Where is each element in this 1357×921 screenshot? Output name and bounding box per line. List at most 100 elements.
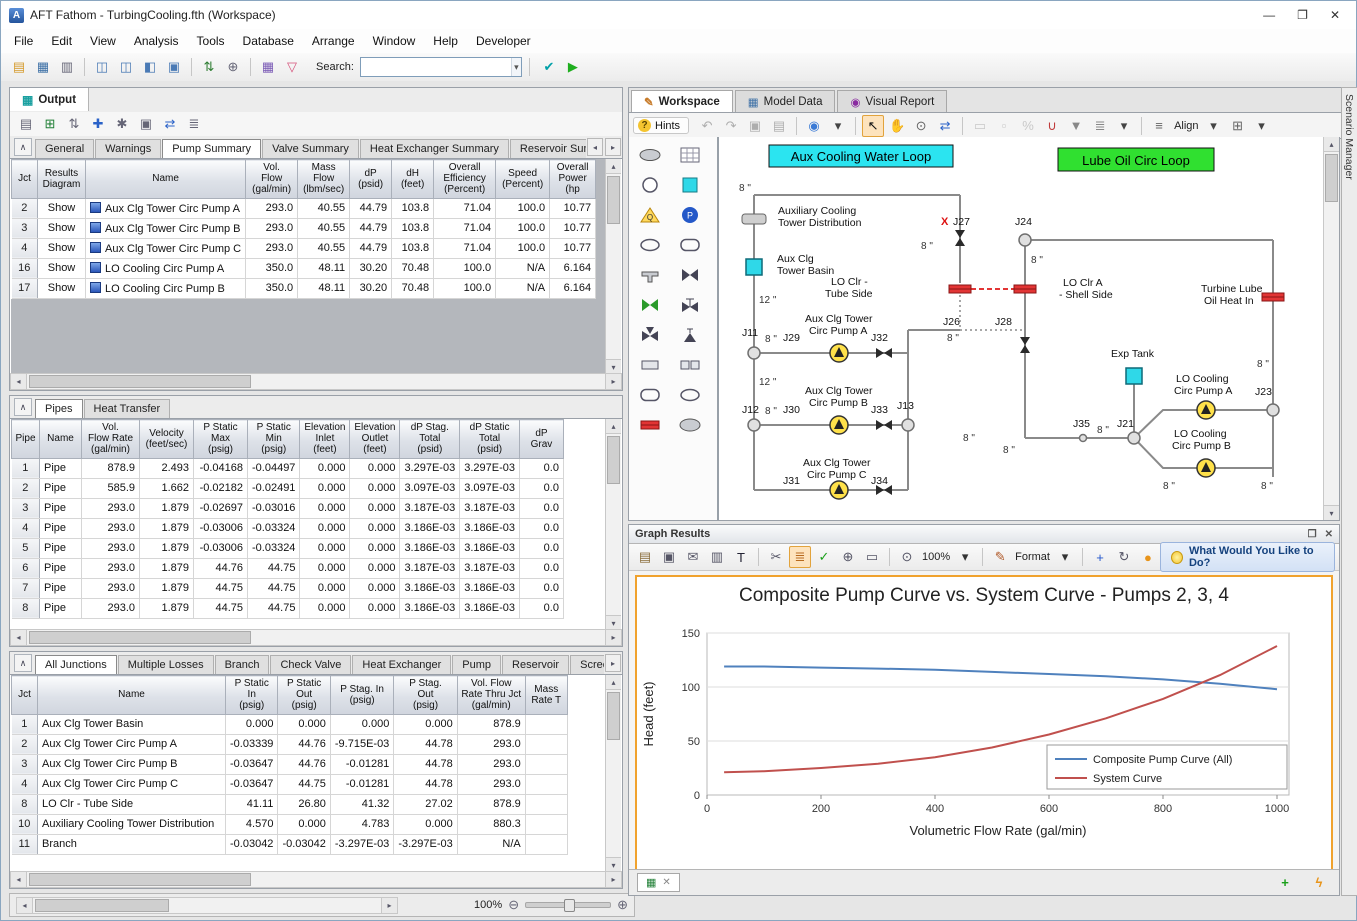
menu-help[interactable]: Help bbox=[424, 31, 467, 51]
tab-model-data[interactable]: ▦Model Data bbox=[735, 90, 836, 113]
close-graph-tab-icon[interactable]: ✕ bbox=[662, 877, 670, 888]
format-icon[interactable]: ✎ bbox=[989, 546, 1011, 568]
pump-symbol-aux-c[interactable] bbox=[830, 481, 848, 499]
three-way-valve-tool[interactable] bbox=[631, 321, 669, 349]
scroll-up-icon[interactable]: ▴ bbox=[1324, 137, 1339, 152]
copy-icon[interactable]: ▣ bbox=[744, 115, 766, 137]
print-icon[interactable]: ▥ bbox=[56, 56, 78, 78]
junction-circle-j21[interactable] bbox=[1128, 432, 1140, 444]
orifice-tool[interactable] bbox=[671, 351, 709, 379]
junctions-h-scrollbar[interactable]: ◂ ▸ bbox=[10, 871, 622, 888]
paste-icon[interactable]: ▤ bbox=[768, 115, 790, 137]
scroll-up-icon[interactable]: ▴ bbox=[606, 419, 621, 434]
zoom-icon[interactable]: ⊙ bbox=[896, 546, 918, 568]
junction-circle-j11[interactable] bbox=[748, 347, 760, 359]
spray-discharge-tool[interactable] bbox=[631, 231, 669, 259]
pan-hand-icon[interactable]: ✋ bbox=[886, 115, 908, 137]
scale-icon[interactable]: % bbox=[1017, 115, 1039, 137]
crosshair-icon[interactable]: ⊕ bbox=[837, 546, 859, 568]
window-single-icon[interactable]: ◫ bbox=[91, 56, 113, 78]
hints-button[interactable]: ? Hints bbox=[633, 117, 689, 134]
junction-circle-j13[interactable] bbox=[902, 419, 914, 431]
scroll-down-icon[interactable]: ▾ bbox=[606, 615, 621, 630]
junctions-tab-multiple-losses[interactable]: Multiple Losses bbox=[118, 655, 214, 674]
scroll-down-icon[interactable]: ▾ bbox=[606, 359, 621, 374]
scroll-left-icon[interactable]: ◂ bbox=[17, 898, 33, 913]
layers-dropdown-icon[interactable]: ▾ bbox=[1113, 115, 1135, 137]
heat-exchanger-tool[interactable] bbox=[631, 411, 669, 439]
output-tab-warnings[interactable]: Warnings bbox=[95, 139, 161, 158]
tab-visual-report[interactable]: ◉Visual Report bbox=[837, 90, 947, 113]
zoom-out-icon[interactable]: ⊖ bbox=[508, 897, 519, 913]
menu-file[interactable]: File bbox=[5, 31, 42, 51]
report-list-icon[interactable]: ≣ bbox=[183, 113, 205, 135]
minimize-button[interactable]: — bbox=[1263, 8, 1275, 22]
zoom-in-icon[interactable]: ⊕ bbox=[617, 897, 628, 913]
print-preview-icon[interactable]: ▤ bbox=[15, 113, 37, 135]
valve-symbol-j32[interactable] bbox=[876, 348, 892, 358]
pump-symbol-aux-b[interactable] bbox=[830, 416, 848, 434]
help-button[interactable]: What Would You Like to Do? bbox=[1160, 542, 1335, 572]
scroll-left-icon[interactable]: ◂ bbox=[11, 872, 27, 887]
sort-icon[interactable]: ⇅ bbox=[63, 113, 85, 135]
junctions-tab-branch[interactable]: Branch bbox=[215, 655, 270, 674]
zoom-dropdown-icon[interactable]: ▾ bbox=[954, 546, 976, 568]
globe-dropdown-icon[interactable]: ▾ bbox=[827, 115, 849, 137]
column-header[interactable]: Overall Efficiency (Percent) bbox=[434, 160, 496, 199]
scroll-down-icon[interactable]: ▾ bbox=[606, 857, 621, 872]
pump-tool[interactable] bbox=[671, 411, 709, 439]
add-graph-icon[interactable]: + bbox=[1089, 546, 1111, 568]
zoom-select-icon[interactable]: ⊙ bbox=[910, 115, 932, 137]
column-header[interactable]: Results Diagram bbox=[38, 160, 86, 199]
junctions-tab-screen[interactable]: Screen bbox=[570, 655, 604, 674]
scroll-left-icon[interactable]: ◂ bbox=[11, 374, 27, 389]
tab-scroll-left-icon[interactable]: ◂ bbox=[587, 138, 603, 156]
scroll-left-icon[interactable]: ◂ bbox=[11, 630, 27, 645]
junction-circle-j12[interactable] bbox=[748, 419, 760, 431]
junctions-tab-check-valve[interactable]: Check Valve bbox=[270, 655, 351, 674]
search-dropdown-icon[interactable]: ▾ bbox=[511, 58, 521, 76]
window-hsplit-icon[interactable]: ◧ bbox=[139, 56, 161, 78]
junctions-tab-heat-exchanger[interactable]: Heat Exchanger bbox=[352, 655, 451, 674]
save-icon[interactable]: ▦ bbox=[32, 56, 54, 78]
sort-icon[interactable]: ⇅ bbox=[198, 56, 220, 78]
zoom-slider[interactable] bbox=[525, 902, 611, 908]
junction-circle-j24[interactable] bbox=[1019, 234, 1031, 246]
show-results-button[interactable]: Show bbox=[38, 218, 86, 238]
scroll-thumb[interactable] bbox=[35, 899, 169, 912]
magnet-icon[interactable]: ∪ bbox=[1041, 115, 1063, 137]
add-text-icon[interactable]: T bbox=[730, 546, 752, 568]
settings-icon[interactable]: ✱ bbox=[111, 113, 133, 135]
annotation-icon[interactable]: ▭ bbox=[861, 546, 883, 568]
duplicate-icon[interactable]: ▣ bbox=[658, 546, 680, 568]
column-header[interactable]: Jct bbox=[12, 676, 38, 715]
filter-icon[interactable]: ▼ bbox=[1065, 115, 1087, 137]
menu-arrange[interactable]: Arrange bbox=[303, 31, 364, 51]
fluid-flask-icon[interactable]: ▽ bbox=[281, 56, 303, 78]
scroll-right-icon[interactable]: ▸ bbox=[605, 630, 621, 645]
grid-icon[interactable]: ⊞ bbox=[1227, 115, 1249, 137]
column-header[interactable]: Vol. Flow Rate Thru Jct (gal/min) bbox=[457, 676, 525, 715]
assigned-pressure-tool[interactable]: P bbox=[671, 201, 709, 229]
scroll-right-icon[interactable]: ▸ bbox=[381, 898, 397, 913]
relief-valve-tool[interactable] bbox=[671, 321, 709, 349]
loop-title-label[interactable]: Aux Cooling Water Loop bbox=[791, 149, 931, 164]
column-header[interactable]: dH (feet) bbox=[392, 160, 434, 199]
anchor-icon[interactable]: ⊕ bbox=[222, 56, 244, 78]
assigned-flow-tool[interactable]: Q bbox=[631, 201, 669, 229]
column-header[interactable]: Jct bbox=[12, 160, 38, 199]
print-icon[interactable]: ▥ bbox=[706, 546, 728, 568]
scroll-thumb[interactable] bbox=[29, 873, 251, 886]
copy-graph-icon[interactable]: ▤ bbox=[634, 546, 656, 568]
column-header[interactable]: Speed (Percent) bbox=[496, 160, 550, 199]
show-results-button[interactable]: Show bbox=[38, 238, 86, 258]
frame-icon[interactable]: ▫ bbox=[993, 115, 1015, 137]
quick-graph-icon[interactable]: ϟ bbox=[1308, 872, 1330, 894]
highlight-icon[interactable]: ● bbox=[1137, 546, 1159, 568]
column-header[interactable]: P Static In (psig) bbox=[226, 676, 278, 715]
column-header[interactable]: P Static Max (psig) bbox=[194, 420, 248, 459]
pipe-tool[interactable] bbox=[631, 141, 669, 169]
junctions-tab-pump[interactable]: Pump bbox=[452, 655, 501, 674]
swap-junction-icon[interactable]: ⇄ bbox=[934, 115, 956, 137]
export-icon[interactable]: ✉ bbox=[682, 546, 704, 568]
